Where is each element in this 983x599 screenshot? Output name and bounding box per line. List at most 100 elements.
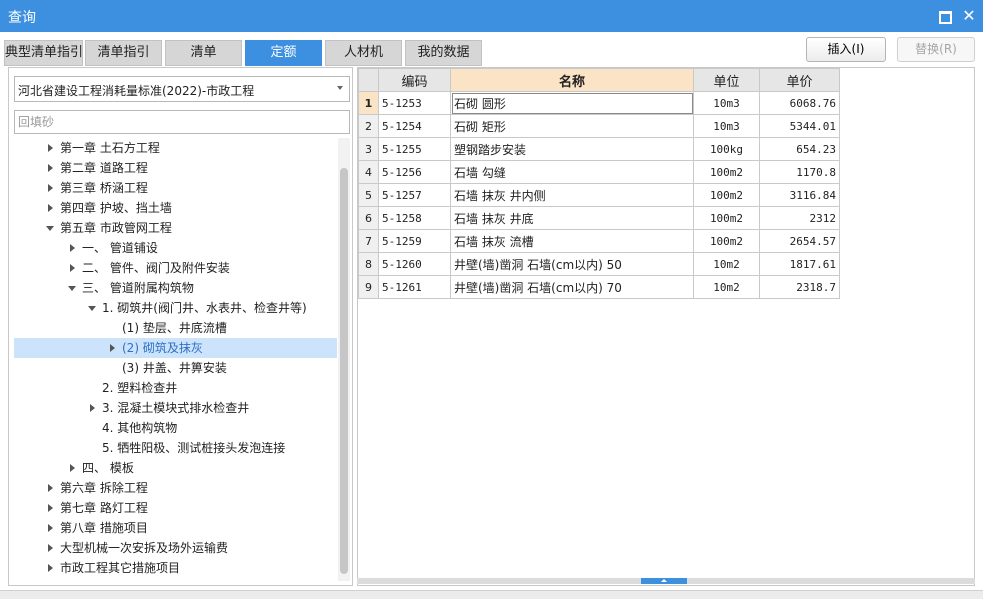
unit-cell[interactable]: 100m2 [693,160,760,184]
price-cell[interactable]: 5344.01 [759,114,840,138]
tree-node[interactable]: 第二章 道路工程 [14,158,337,178]
panel-splitter[interactable] [357,578,975,584]
tab-bill-guide[interactable]: 清单指引 [85,40,162,66]
price-cell[interactable]: 654.23 [759,137,840,161]
tree-node[interactable]: 4. 其他构筑物 [14,418,337,438]
price-cell[interactable]: 3116.84 [759,183,840,207]
replace-button[interactable]: 替换(R) [897,37,975,62]
expand-right-arrow-icon[interactable] [44,138,56,158]
tree-node[interactable]: 第一章 土石方工程 [14,138,337,158]
tree-scrollbar[interactable] [338,138,350,581]
tree-node[interactable]: 第六章 拆除工程 [14,478,337,498]
expand-right-arrow-icon[interactable] [106,338,118,358]
row-number[interactable]: 4 [358,160,379,184]
row-number[interactable]: 1 [358,91,379,115]
price-cell[interactable]: 1170.8 [759,160,840,184]
code-cell[interactable]: 5-1257 [378,183,451,207]
unit-cell[interactable]: 10m3 [693,91,760,115]
unit-cell[interactable]: 100kg [693,137,760,161]
expand-right-arrow-icon[interactable] [44,158,56,178]
expand-right-arrow-icon[interactable] [44,178,56,198]
code-cell[interactable]: 5-1255 [378,137,451,161]
table-row[interactable]: 8 5-1260 井壁(墙)凿洞 石墙(cm以内) 50 10m2 1817.61 [358,252,840,276]
name-cell[interactable]: 井壁(墙)凿洞 石墙(cm以内) 50 [450,252,694,276]
code-cell[interactable]: 5-1258 [378,206,451,230]
expand-right-arrow-icon[interactable] [86,398,98,418]
tab-bill[interactable]: 清单 [165,40,242,66]
name-cell[interactable]: 塑钢踏步安装 [450,137,694,161]
unit-cell[interactable]: 100m2 [693,229,760,253]
tree-node[interactable]: 市政工程其它措施项目 [14,558,337,578]
tree-node[interactable]: 第四章 护坡、挡土墙 [14,198,337,218]
tab-my-data[interactable]: 我的数据 [405,40,482,66]
tree-node[interactable]: 第三章 桥涵工程 [14,178,337,198]
unit-cell[interactable]: 10m3 [693,114,760,138]
name-cell[interactable]: 石墙 勾缝 [450,160,694,184]
unit-cell[interactable]: 100m2 [693,206,760,230]
price-cell[interactable]: 2318.7 [759,275,840,299]
table-row[interactable]: 5 5-1257 石墙 抹灰 井内侧 100m2 3116.84 [358,183,840,207]
code-cell[interactable]: 5-1260 [378,252,451,276]
row-number[interactable]: 8 [358,252,379,276]
tree-node[interactable]: 四、 模板 [14,458,337,478]
close-icon[interactable]: ✕ [958,5,980,27]
tab-typical-bill-guide[interactable]: 典型清单指引 [4,40,83,66]
price-cell[interactable]: 6068.76 [759,91,840,115]
expand-right-arrow-icon[interactable] [44,198,56,218]
unit-cell[interactable]: 10m2 [693,275,760,299]
price-column-header[interactable]: 单价 [759,68,840,92]
chevron-up-icon[interactable] [641,578,687,584]
tree-node[interactable]: 1. 砌筑井(阀门井、水表井、检查井等) [14,298,337,318]
tree-scrollbar-thumb[interactable] [340,168,348,574]
code-cell[interactable]: 5-1254 [378,114,451,138]
tree-node[interactable]: 三、 管道附属构筑物 [14,278,337,298]
code-cell[interactable]: 5-1261 [378,275,451,299]
tab-quota[interactable]: 定额 [245,40,322,66]
name-cell[interactable]: 石墙 抹灰 井内侧 [450,183,694,207]
name-cell[interactable]: 石砌 圆形 [450,91,694,115]
expand-down-arrow-icon[interactable] [44,218,56,238]
tab-materials[interactable]: 人材机 [325,40,402,66]
tree-node[interactable]: (3) 井盖、井箅安装 [14,358,337,378]
table-row[interactable]: 1 5-1253 石砌 圆形 10m3 6068.76 [358,91,840,115]
expand-right-arrow-icon[interactable] [44,478,56,498]
insert-button[interactable]: 插入(I) [806,37,886,62]
chevron-down-icon[interactable] [337,86,343,90]
row-number[interactable]: 7 [358,229,379,253]
tree-node[interactable]: 一、 管道铺设 [14,238,337,258]
name-cell[interactable]: 石砌 矩形 [450,114,694,138]
code-cell[interactable]: 5-1253 [378,91,451,115]
unit-column-header[interactable]: 单位 [693,68,760,92]
expand-right-arrow-icon[interactable] [66,238,78,258]
expand-right-arrow-icon[interactable] [44,498,56,518]
tree-node[interactable]: 第五章 市政管网工程 [14,218,337,238]
table-row[interactable]: 7 5-1259 石墙 抹灰 流槽 100m2 2654.57 [358,229,840,253]
row-number[interactable]: 2 [358,114,379,138]
price-cell[interactable]: 2654.57 [759,229,840,253]
name-column-header[interactable]: 名称 [450,68,694,92]
expand-down-arrow-icon[interactable] [66,278,78,298]
tree-node[interactable]: 5. 牺牲阳极、测试桩接头发泡连接 [14,438,337,458]
price-cell[interactable]: 2312 [759,206,840,230]
row-number[interactable]: 5 [358,183,379,207]
code-column-header[interactable]: 编码 [378,68,451,92]
expand-right-arrow-icon[interactable] [66,258,78,278]
row-number[interactable]: 6 [358,206,379,230]
table-row[interactable]: 2 5-1254 石砌 矩形 10m3 5344.01 [358,114,840,138]
table-row[interactable]: 6 5-1258 石墙 抹灰 井底 100m2 2312 [358,206,840,230]
code-cell[interactable]: 5-1259 [378,229,451,253]
row-number[interactable]: 9 [358,275,379,299]
row-number[interactable]: 3 [358,137,379,161]
tree-node[interactable]: 第八章 措施项目 [14,518,337,538]
unit-cell[interactable]: 10m2 [693,252,760,276]
code-cell[interactable]: 5-1256 [378,160,451,184]
price-cell[interactable]: 1817.61 [759,252,840,276]
tree-node[interactable]: 3. 混凝土模块式排水检查井 [14,398,337,418]
table-row[interactable]: 9 5-1261 井壁(墙)凿洞 石墙(cm以内) 70 10m2 2318.7 [358,275,840,299]
expand-down-arrow-icon[interactable] [86,298,98,318]
expand-right-arrow-icon[interactable] [44,558,56,578]
tree-node[interactable]: 二、 管件、阀门及附件安装 [14,258,337,278]
tree-node[interactable]: 第七章 路灯工程 [14,498,337,518]
tree-node[interactable]: 大型机械一次安拆及场外运输费 [14,538,337,558]
expand-right-arrow-icon[interactable] [44,518,56,538]
